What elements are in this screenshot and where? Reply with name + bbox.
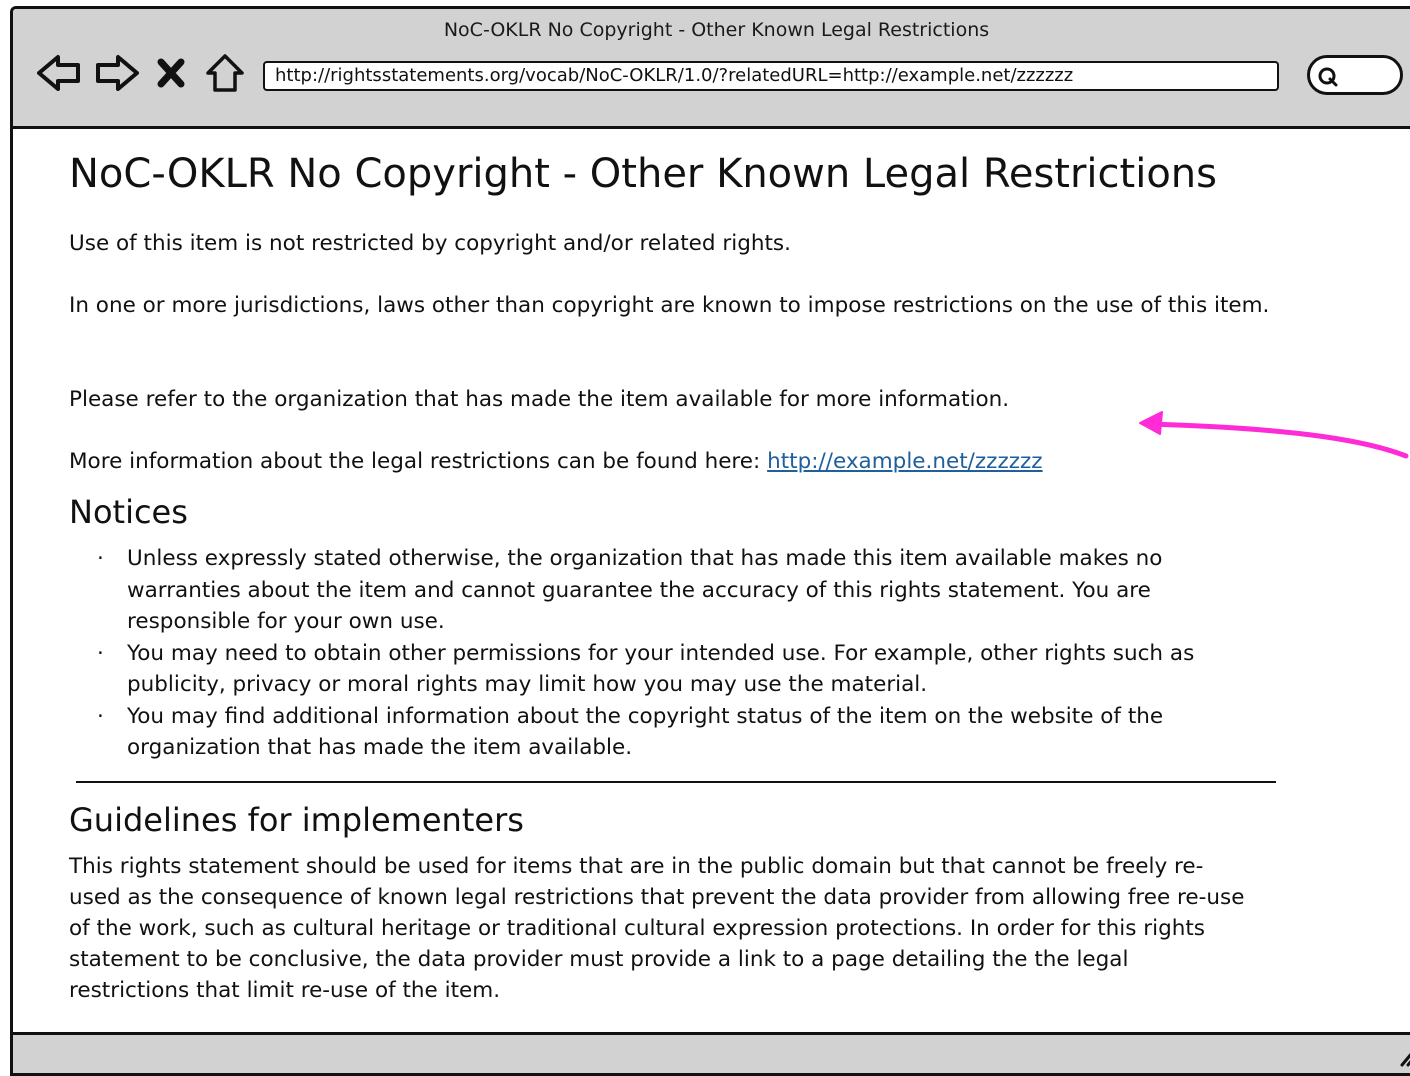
page-title: NoC-OKLR No Copyright - Other Known Lega… bbox=[69, 151, 1217, 197]
back-arrow-icon bbox=[37, 55, 80, 91]
notice-text: You may find additional information abou… bbox=[127, 703, 1164, 761]
more-info-link[interactable]: http://example.net/zzzzzz bbox=[767, 449, 1042, 474]
forward-arrow-icon bbox=[96, 55, 139, 91]
stop-x-icon bbox=[157, 58, 185, 88]
home-button[interactable] bbox=[201, 51, 249, 95]
more-info-line: More information about the legal restric… bbox=[69, 446, 1279, 477]
refer-text: Please refer to the organization that ha… bbox=[69, 387, 1010, 412]
search-icon bbox=[1318, 67, 1338, 87]
guidelines-heading: Guidelines for implementers bbox=[69, 801, 524, 839]
more-info-label: More information about the legal restric… bbox=[69, 449, 768, 474]
intro-text: Use of this item is not restricted by co… bbox=[69, 231, 791, 256]
forward-button[interactable] bbox=[93, 51, 141, 95]
browser-toolbar: NoC-OKLR No Copyright - Other Known Lega… bbox=[13, 9, 1410, 129]
guidelines-text: This rights statement should be used for… bbox=[69, 854, 1245, 1003]
section-divider bbox=[76, 781, 1276, 783]
home-icon bbox=[206, 54, 244, 92]
list-item: · You may need to obtain other permission… bbox=[97, 640, 1195, 698]
notices-heading: Notices bbox=[69, 493, 188, 531]
notice-text: You may need to obtain other permissions… bbox=[127, 640, 1195, 698]
list-item: · Unless expressly stated otherwise, the … bbox=[97, 546, 1163, 634]
address-bar[interactable]: http://rightsstatements.org/vocab/NoC-OK… bbox=[263, 61, 1279, 91]
jurisdictions-text: In one or more jurisdictions, laws other… bbox=[69, 293, 1270, 318]
search-box[interactable] bbox=[1307, 55, 1403, 95]
back-button[interactable] bbox=[35, 51, 83, 95]
notices-list: · Unless expressly stated otherwise, the … bbox=[69, 543, 1279, 764]
annotation-arrow-icon bbox=[1139, 411, 1409, 459]
resize-grip-icon[interactable] bbox=[1398, 1047, 1410, 1067]
list-item: · You may find additional information abo… bbox=[97, 703, 1164, 761]
window-title: NoC-OKLR No Copyright - Other Known Lega… bbox=[443, 19, 990, 41]
browser-window: NoC-OKLR No Copyright - Other Known Lega… bbox=[10, 6, 1410, 1076]
notice-text: Unless expressly stated otherwise, the o… bbox=[127, 546, 1163, 634]
stop-button[interactable] bbox=[153, 51, 189, 95]
